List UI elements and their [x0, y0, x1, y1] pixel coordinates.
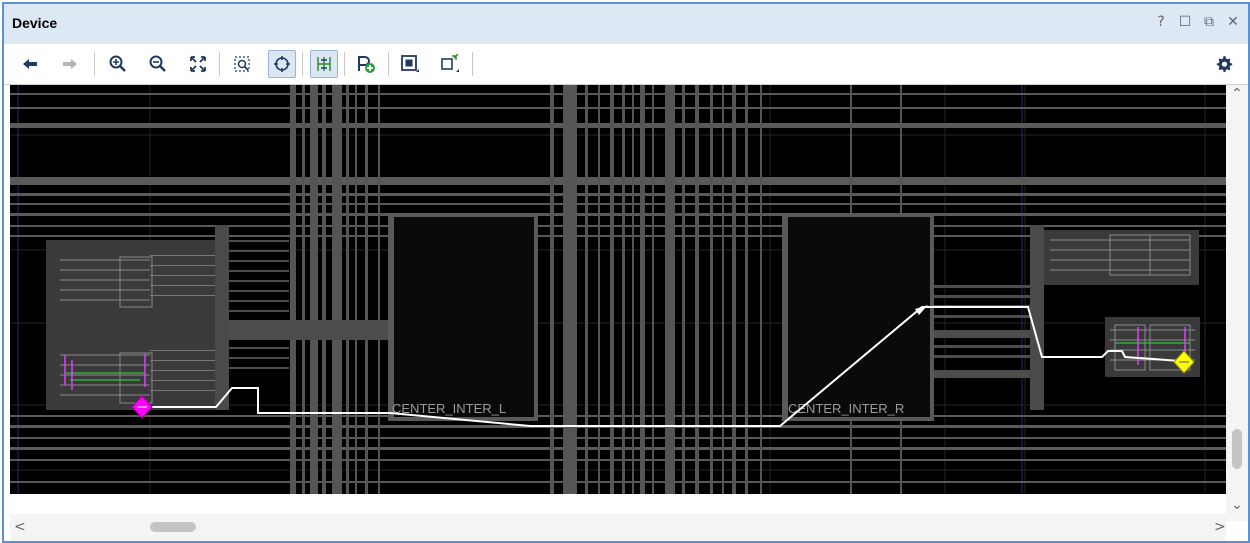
toolbar — [4, 44, 1248, 85]
left-clb-cluster — [46, 225, 229, 410]
add-pblock-icon[interactable] — [352, 50, 380, 78]
zoom-fit-icon[interactable] — [184, 50, 212, 78]
window-title: Device — [12, 15, 58, 31]
routing-resources-icon[interactable] — [310, 50, 338, 78]
close-icon[interactable]: ✕ — [1226, 14, 1240, 30]
back-icon[interactable] — [16, 50, 44, 78]
forward-icon[interactable] — [56, 50, 84, 78]
horizontal-scrollbar[interactable]: < > — [10, 514, 1226, 541]
toolbar-separator — [388, 52, 389, 76]
zoom-out-icon[interactable] — [144, 50, 172, 78]
horizontal-scroll-thumb[interactable] — [150, 522, 196, 532]
device-window: Device ? ☐ ⧉ ✕ CENTER_INTER_L CENTER_INT… — [2, 2, 1250, 543]
toolbar-separator — [472, 52, 473, 76]
zoom-selection-icon[interactable] — [228, 50, 256, 78]
scroll-up-icon[interactable]: ⌃ — [1231, 87, 1243, 101]
window-controls: ? ☐ ⧉ ✕ — [1154, 14, 1240, 30]
center-inter-r-label: CENTER_INTER_R — [788, 401, 904, 416]
zoom-in-icon[interactable] — [104, 50, 132, 78]
device-view-options-icon[interactable] — [396, 50, 424, 78]
toolbar-separator — [344, 52, 345, 76]
vertical-scrollbar[interactable]: ⌃ ⌄ — [1226, 85, 1248, 521]
float-icon[interactable]: ⧉ — [1202, 14, 1216, 30]
scroll-right-icon[interactable]: > — [1214, 520, 1226, 534]
scroll-left-icon[interactable]: < — [14, 520, 26, 534]
select-area-icon[interactable] — [436, 50, 464, 78]
vertical-scroll-thumb[interactable] — [1232, 429, 1242, 469]
gear-icon[interactable] — [1210, 50, 1238, 78]
device-view-canvas[interactable]: CENTER_INTER_L CENTER_INTER_R — [10, 85, 1226, 494]
autofit-selection-icon[interactable] — [268, 50, 296, 78]
help-icon[interactable]: ? — [1154, 14, 1168, 30]
device-routing-graphic: CENTER_INTER_L CENTER_INTER_R — [10, 85, 1226, 494]
center-inter-l-cell[interactable]: CENTER_INTER_L — [388, 213, 538, 421]
toolbar-separator — [94, 52, 95, 76]
restore-icon[interactable]: ☐ — [1178, 14, 1192, 30]
toolbar-separator — [219, 52, 220, 76]
title-bar: Device ? ☐ ⧉ ✕ — [4, 4, 1248, 44]
center-inter-l-label: CENTER_INTER_L — [392, 401, 506, 416]
scroll-down-icon[interactable]: ⌄ — [1231, 498, 1243, 512]
toolbar-separator — [302, 52, 303, 76]
